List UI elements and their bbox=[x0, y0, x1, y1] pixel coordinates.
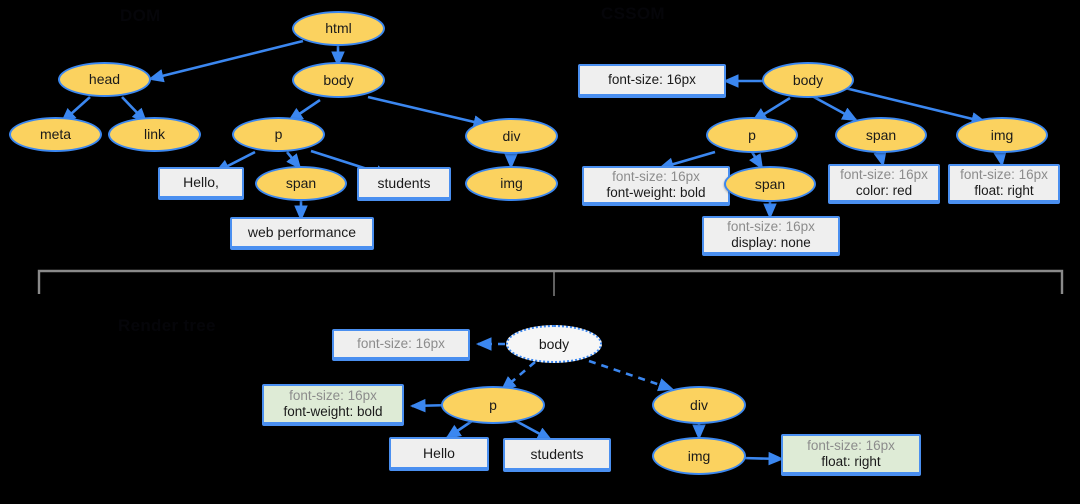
style-box-span-child[interactable]: font-size: 16px display: none bbox=[702, 216, 840, 256]
style-box-img-own: float: right bbox=[974, 183, 1034, 198]
render-box-p[interactable]: font-size: 16px font-weight: bold bbox=[262, 384, 404, 426]
dom-node-meta[interactable]: meta bbox=[9, 117, 102, 152]
render-box-img-inherited: font-size: 16px bbox=[807, 438, 895, 454]
style-box-body-declaration: font-size: 16px bbox=[608, 72, 696, 88]
dom-text-students[interactable]: students bbox=[357, 167, 451, 201]
render-box-p-inherited: font-size: 16px bbox=[289, 388, 377, 404]
section-label-render-tree: Render tree bbox=[118, 316, 216, 335]
render-text-students[interactable]: students bbox=[503, 438, 611, 472]
dom-node-img[interactable]: img bbox=[465, 166, 558, 201]
style-box-span-child-own: display: none bbox=[731, 235, 811, 250]
style-node-span[interactable]: span bbox=[835, 117, 927, 153]
style-box-p-inherited: font-size: 16px bbox=[612, 169, 700, 185]
render-box-p-own: font-weight: bold bbox=[283, 404, 383, 419]
style-node-span-child[interactable]: span bbox=[724, 166, 816, 202]
render-text-hello-label: Hello bbox=[423, 444, 455, 461]
dom-node-body[interactable]: body bbox=[292, 62, 385, 98]
dom-node-head[interactable]: head bbox=[58, 62, 151, 97]
style-box-span-inherited: font-size: 16px bbox=[840, 167, 928, 183]
style-box-img[interactable]: font-size: 16px float: right bbox=[948, 164, 1060, 204]
dom-text-hello-label: Hello, bbox=[183, 174, 219, 191]
render-node-img[interactable]: img bbox=[652, 437, 746, 475]
style-node-p[interactable]: p bbox=[706, 117, 798, 153]
dom-node-div[interactable]: div bbox=[465, 118, 558, 154]
dom-node-p[interactable]: p bbox=[232, 117, 325, 152]
dom-text-web-performance[interactable]: web performance bbox=[230, 217, 374, 250]
dom-text-students-label: students bbox=[377, 174, 431, 191]
style-box-img-inherited: font-size: 16px bbox=[960, 167, 1048, 183]
render-text-hello[interactable]: Hello bbox=[389, 437, 489, 471]
section-separator-bracket bbox=[37, 269, 1064, 296]
style-node-img[interactable]: img bbox=[956, 117, 1048, 153]
render-box-body-inherited: font-size: 16px bbox=[357, 336, 445, 352]
style-node-body[interactable]: body bbox=[762, 62, 854, 98]
render-box-img[interactable]: font-size: 16px float: right bbox=[781, 434, 921, 476]
dom-node-html[interactable]: html bbox=[292, 11, 385, 46]
dom-node-span[interactable]: span bbox=[255, 166, 347, 201]
render-box-body[interactable]: font-size: 16px bbox=[332, 329, 470, 361]
diagram-canvas: DOM CSSOM Render tree html head body met… bbox=[0, 0, 1080, 504]
style-box-p-own: font-weight: bold bbox=[606, 185, 706, 200]
section-label-dom: DOM bbox=[120, 6, 161, 25]
style-box-p[interactable]: font-size: 16px font-weight: bold bbox=[582, 166, 730, 206]
style-box-span[interactable]: font-size: 16px color: red bbox=[828, 164, 940, 204]
render-node-body[interactable]: body bbox=[506, 325, 602, 363]
style-box-body[interactable]: font-size: 16px bbox=[578, 64, 726, 98]
render-node-div[interactable]: div bbox=[652, 386, 746, 424]
render-text-students-label: students bbox=[530, 445, 584, 462]
dom-text-web-performance-label: web performance bbox=[247, 224, 357, 241]
render-box-img-own: float: right bbox=[821, 454, 881, 469]
dom-node-link[interactable]: link bbox=[108, 117, 201, 152]
edge-layer bbox=[37, 39, 1064, 466]
style-box-span-child-inherited: font-size: 16px bbox=[727, 219, 815, 235]
render-node-p[interactable]: p bbox=[441, 386, 545, 424]
section-label-cssom: CSSOM bbox=[601, 4, 665, 23]
dom-text-hello[interactable]: Hello, bbox=[158, 167, 244, 200]
style-box-span-own: color: red bbox=[855, 183, 913, 198]
